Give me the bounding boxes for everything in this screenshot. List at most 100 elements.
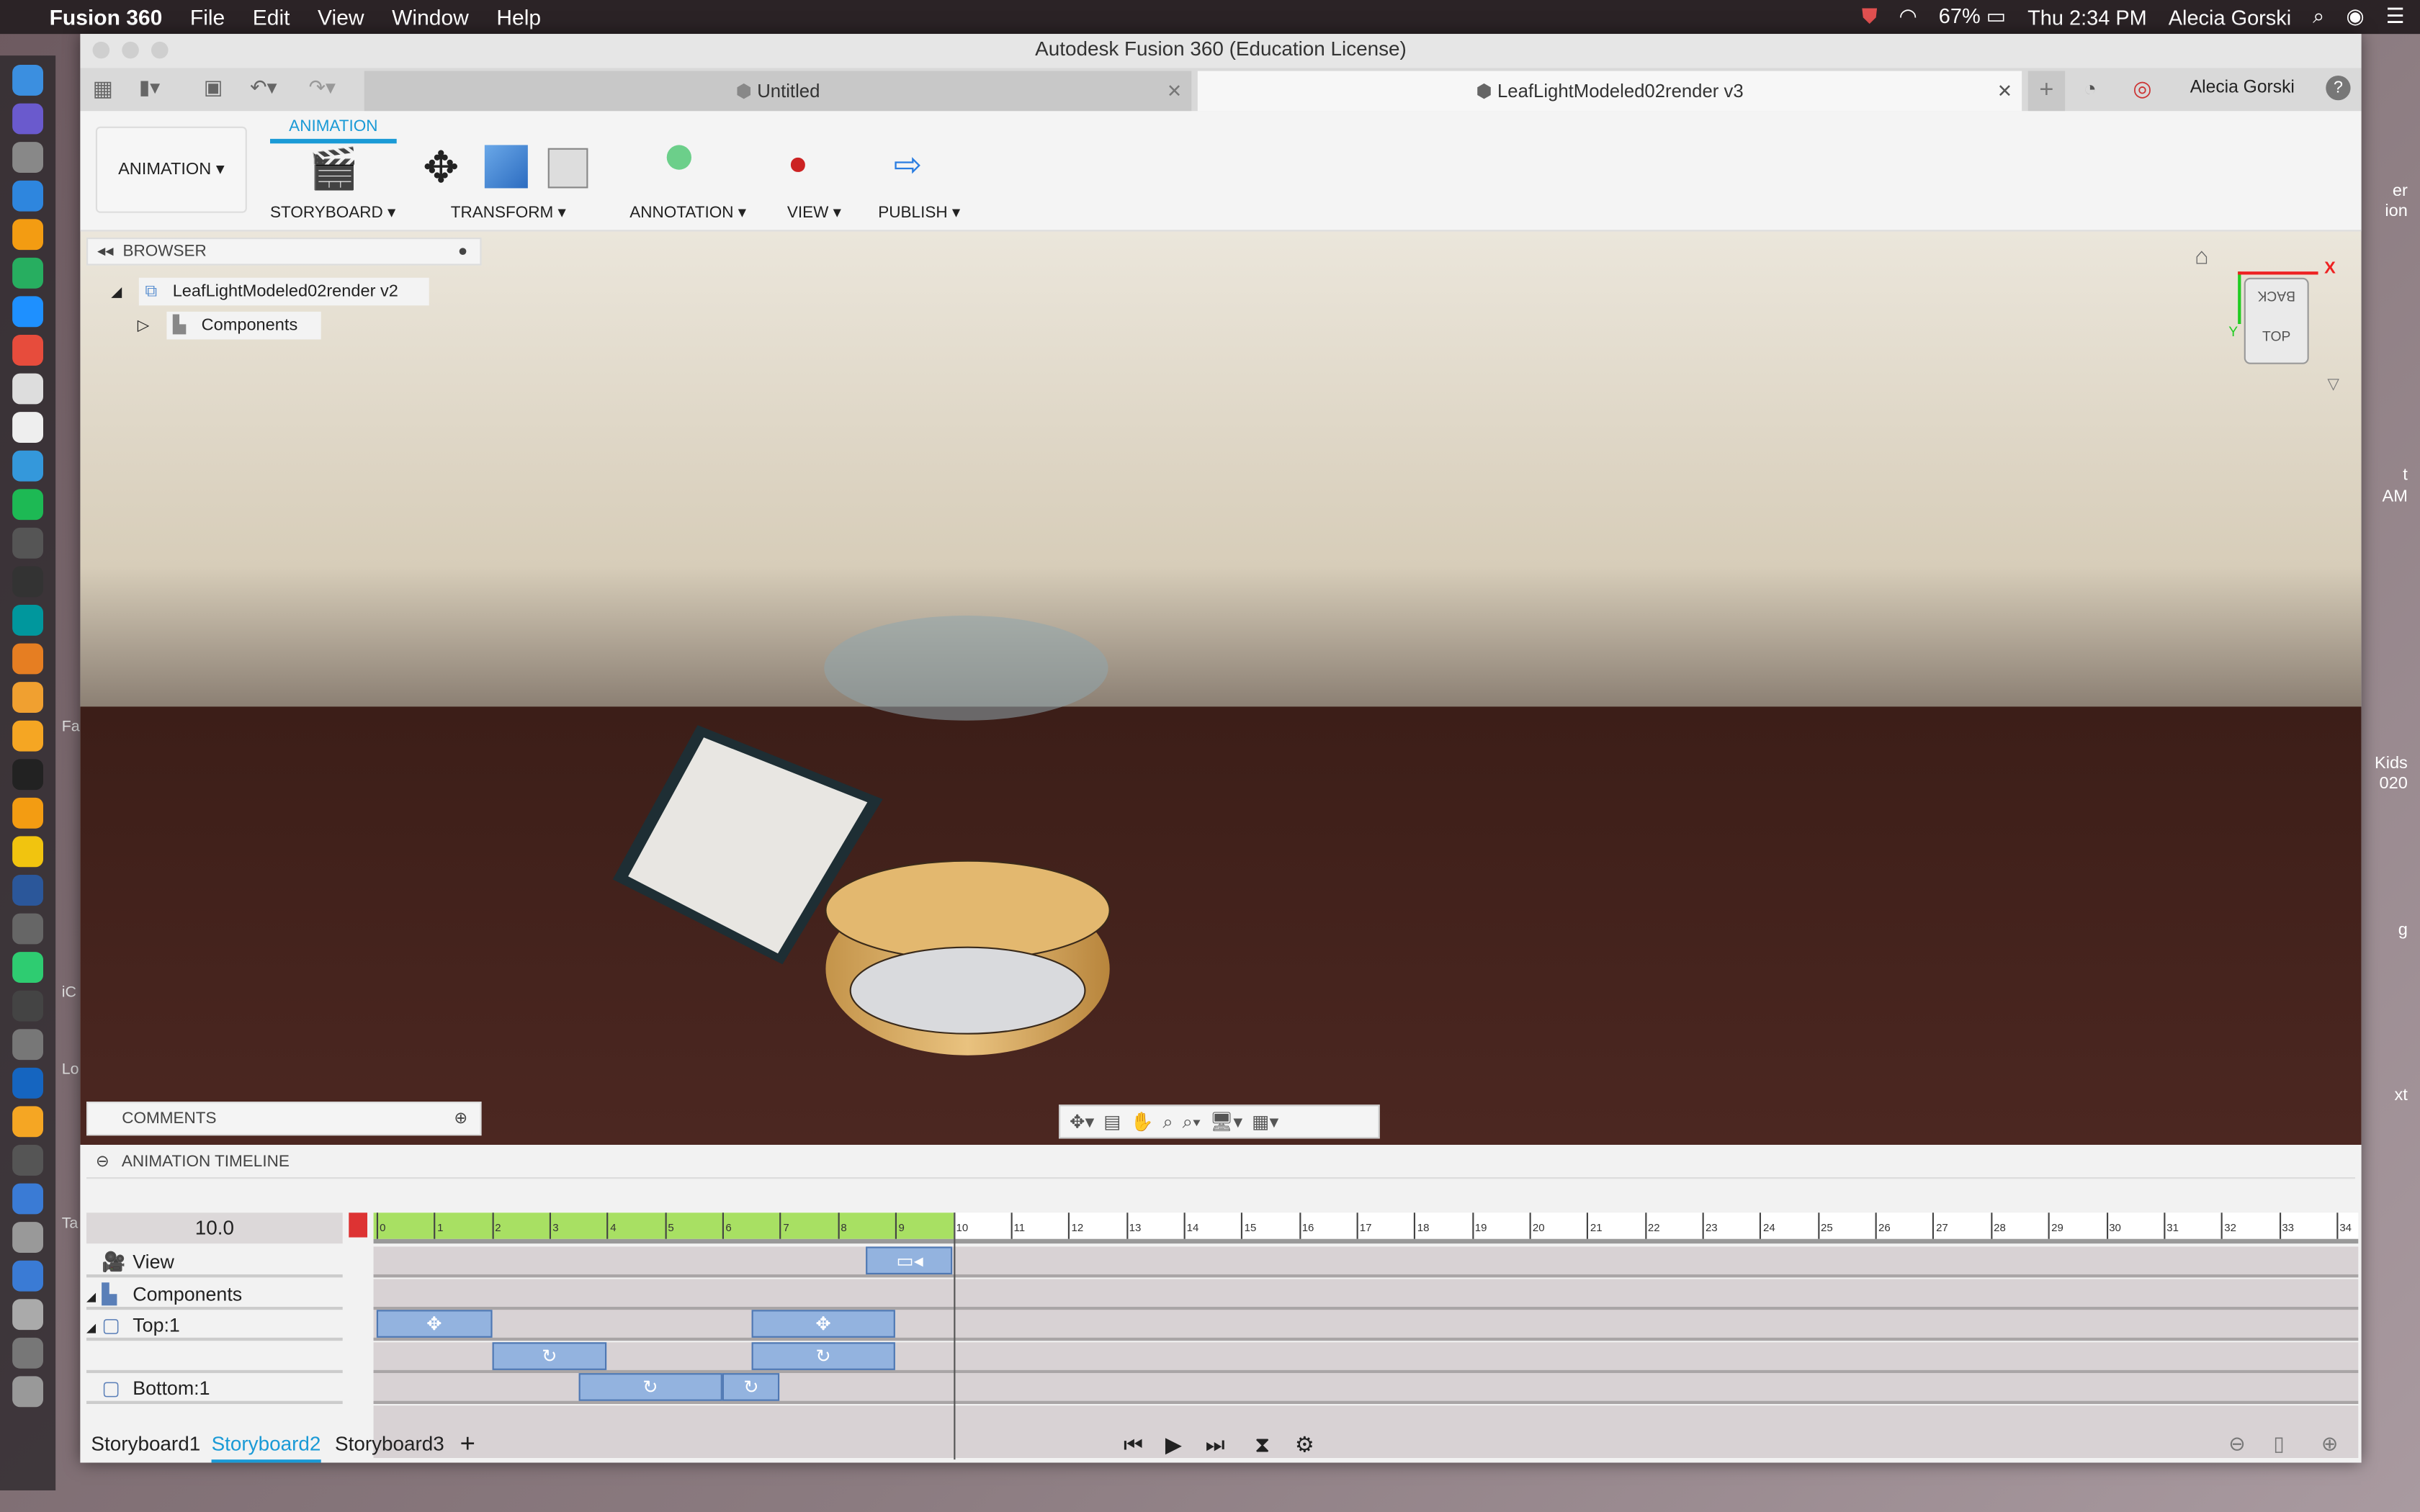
pin-icon[interactable]: ● [458, 239, 468, 264]
dock-app-icon[interactable] [12, 990, 43, 1022]
menu-view[interactable]: View [318, 4, 364, 29]
zoom-icon[interactable]: ⌕ [1162, 1110, 1173, 1133]
track-label[interactable]: ◢ ▙ Components [86, 1278, 343, 1310]
dock-app-icon[interactable] [12, 412, 43, 443]
view-menu[interactable]: VIEW ▾ [787, 204, 841, 222]
track-label[interactable]: ◢ ▢ Top:1 [86, 1310, 343, 1341]
dock-app-icon[interactable] [12, 1106, 43, 1138]
search-icon[interactable]: ⌕ [2313, 4, 2324, 29]
orbit-icon[interactable]: ✥▾ [1070, 1111, 1094, 1133]
publish-menu[interactable]: PUBLISH ▾ [878, 204, 960, 222]
dock-app-icon[interactable] [12, 180, 43, 212]
3d-viewport[interactable]: ◂◂ BROWSER ● ◢ ⧉ LeafLightModeled02render … [80, 231, 2362, 1179]
dock-app-icon[interactable] [12, 489, 43, 521]
dock-app-icon[interactable] [12, 1067, 43, 1099]
toggle-visibility-icon[interactable] [547, 148, 588, 189]
user-menu[interactable]: Alecia Gorski [2169, 6, 2291, 29]
close-tab-icon[interactable]: ✕ [1167, 71, 1183, 112]
dock-app-icon[interactable] [12, 450, 43, 482]
battery-icon[interactable]: ▭ [1986, 4, 2006, 27]
dock-app-icon[interactable] [12, 296, 43, 328]
display-settings-icon[interactable]: 🖥▾ [1210, 1111, 1243, 1133]
annotation-menu[interactable]: ANNOTATION ▾ [629, 204, 746, 222]
notifications-icon[interactable]: ◎ [2133, 76, 2151, 102]
browser-components-node[interactable]: ▙ Components [166, 311, 321, 340]
track-label[interactable]: ▢ Bottom:1 [86, 1373, 343, 1405]
file-menu-icon[interactable]: ▮▾ [139, 76, 160, 100]
animation-action-block[interactable]: ↻ [722, 1373, 781, 1402]
dock-app-icon[interactable] [12, 1222, 43, 1253]
undo-icon[interactable]: ↶▾ [250, 76, 277, 100]
fit-timeline-icon[interactable]: ⧗ [1255, 1426, 1270, 1462]
new-tab-button[interactable]: + [2027, 71, 2066, 112]
browser-panel-header[interactable]: ◂◂ BROWSER ● [86, 238, 482, 266]
collapse-timeline-icon[interactable]: ⊖ [96, 1153, 109, 1171]
timeline-start-marker[interactable] [349, 1212, 367, 1238]
expand-components-icon[interactable]: ▷ [138, 318, 150, 335]
dock-app-icon[interactable] [12, 1299, 43, 1331]
minimize-window-button[interactable] [122, 41, 139, 59]
menu-edit[interactable]: Edit [253, 4, 290, 29]
redo-icon[interactable]: ↷▾ [309, 76, 336, 100]
app-menu[interactable]: Fusion 360 [50, 4, 163, 29]
playhead[interactable] [953, 1212, 955, 1460]
add-storyboard-button[interactable]: + [460, 1426, 475, 1462]
help-icon[interactable]: ? [2326, 76, 2351, 101]
viewcube[interactable]: X Y BACK TOP [2228, 259, 2336, 370]
expand-icon[interactable]: ◢ [86, 1313, 102, 1344]
current-time-field[interactable]: 10.0 [86, 1212, 343, 1244]
zoom-in-icon[interactable]: ⊕ [2321, 1426, 2338, 1462]
pan-icon[interactable]: ✋ [1130, 1111, 1153, 1133]
menu-window[interactable]: Window [392, 4, 469, 29]
go-to-end-icon[interactable]: ⏭ [1206, 1426, 1225, 1462]
browser-root-node[interactable]: ⧉ LeafLightModeled02render v2 [138, 277, 429, 306]
dock-app-icon[interactable] [12, 1337, 43, 1369]
home-view-icon[interactable]: ⌂ [2195, 244, 2208, 270]
look-at-icon[interactable]: ▤ [1103, 1111, 1121, 1133]
zoom-window-button[interactable] [151, 41, 169, 59]
new-storyboard-icon[interactable]: 🎬 [309, 145, 359, 192]
dock-app-icon[interactable] [12, 527, 43, 559]
move-icon[interactable]: ✥ [423, 142, 459, 193]
animation-action-block[interactable]: ▭◂ [866, 1246, 954, 1274]
storyboard-menu[interactable]: STORYBOARD ▾ [270, 204, 395, 222]
zoom-out-icon[interactable]: ⊖ [2228, 1426, 2245, 1462]
animation-action-block[interactable]: ↻ [751, 1341, 896, 1370]
animation-action-block[interactable]: ↻ [578, 1373, 723, 1402]
workspace-switcher[interactable]: ANIMATION ▾ [95, 126, 247, 213]
collapse-browser-icon[interactable]: ◂◂ [97, 242, 114, 261]
dock-app-icon[interactable] [12, 759, 43, 791]
dock-app-icon[interactable] [12, 335, 43, 366]
menu-help[interactable]: Help [496, 4, 541, 29]
dock-app-icon[interactable] [12, 65, 43, 96]
settings-gear-icon[interactable]: ⚙ [1295, 1426, 1314, 1462]
track-label[interactable]: 🎥 View [86, 1246, 343, 1278]
storyboard-tab-1[interactable]: Storyboard1 [91, 1426, 200, 1462]
dock-app-icon[interactable] [12, 605, 43, 636]
play-icon[interactable]: ▶ [1165, 1426, 1182, 1462]
data-panel-grid-icon[interactable]: ▦ [93, 76, 113, 102]
save-icon[interactable]: ▣ [204, 76, 223, 100]
dock-app-icon[interactable] [12, 952, 43, 983]
dock-app-icon[interactable] [12, 257, 43, 289]
dock-app-icon[interactable] [12, 875, 43, 906]
tab-untitled[interactable]: ⬢ Untitled ✕ [364, 71, 1192, 112]
storyboard-tab-2[interactable]: Storyboard2 [211, 1428, 321, 1463]
dock-app-icon[interactable] [12, 373, 43, 405]
menu-file[interactable]: File [190, 4, 225, 29]
transform-menu[interactable]: TRANSFORM ▾ [451, 204, 566, 222]
dock-app-icon[interactable] [12, 142, 43, 173]
dock-app-icon[interactable] [12, 1376, 43, 1408]
zoom-slider[interactable]: ▯ [2273, 1426, 2284, 1462]
transform-components-icon[interactable] [484, 145, 528, 189]
account-user[interactable]: Alecia Gorski [2190, 78, 2295, 97]
control-center-icon[interactable]: ☰ [2386, 4, 2405, 29]
close-window-button[interactable] [92, 41, 110, 59]
time-ruler[interactable]: 0 1 2 3 4 5 6 7 8 9 10 11 12 13 14 15 16 17 18 19 20 21 22 23 24… [373, 1212, 2359, 1244]
dock-app-icon[interactable] [12, 836, 43, 868]
expand-root-icon[interactable]: ◢ [111, 284, 122, 301]
viewcube-top-face[interactable]: TOP [2246, 328, 2308, 343]
animation-action-block[interactable]: ↻ [491, 1341, 607, 1370]
siri-icon[interactable]: ◉ [2346, 4, 2364, 29]
callout-icon[interactable] [666, 145, 691, 170]
